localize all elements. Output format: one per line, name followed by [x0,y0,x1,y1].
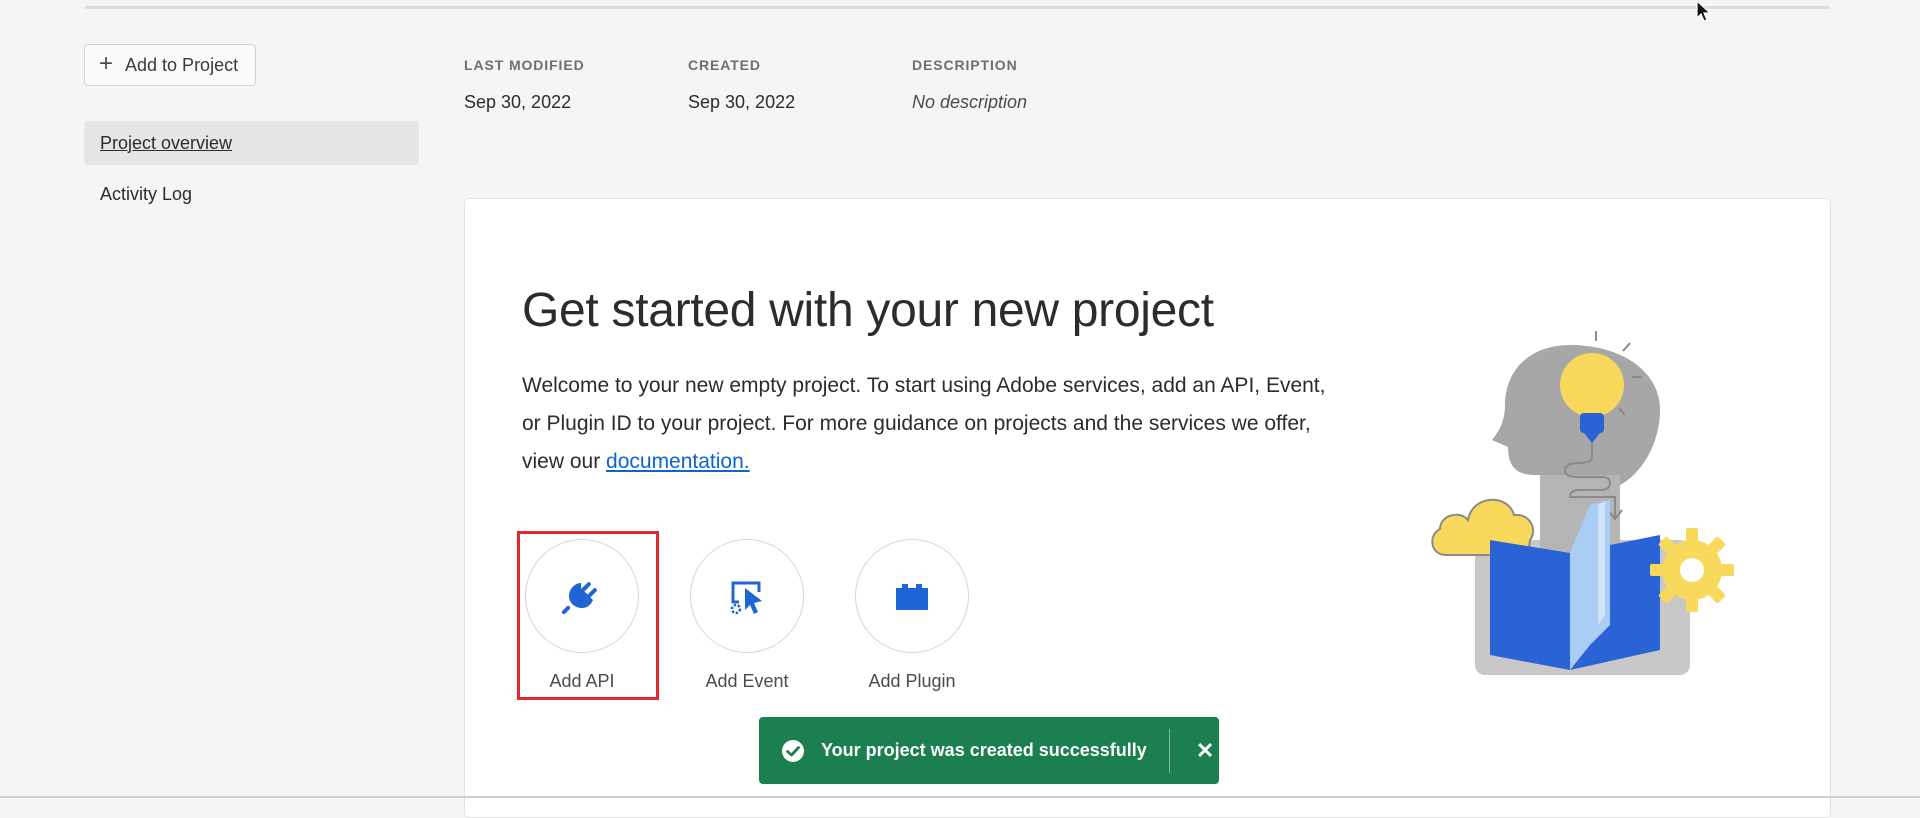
bottom-divider [0,796,1920,798]
add-plugin-button[interactable]: Add Plugin [854,539,970,692]
add-plugin-circle[interactable] [855,539,969,653]
add-to-project-label: Add to Project [125,54,239,75]
success-toast: Your project was created successfully ✕ [759,717,1219,784]
add-event-label: Add Event [705,671,789,691]
add-plugin-label: Add Plugin [868,671,956,691]
toast-message: Your project was created successfully [821,740,1147,760]
sidebar-item-label: Project overview [100,132,233,153]
plus-icon: + [99,50,114,77]
top-divider [85,6,1829,9]
add-to-project-button[interactable]: + Add to Project [84,44,256,86]
close-icon[interactable]: ✕ [1196,738,1214,764]
description-value: No description [912,92,1028,112]
card-title: Get started with your new project [522,284,1214,337]
documentation-link[interactable]: documentation. [606,450,750,473]
last-modified-label: LAST MODIFIED [464,57,585,73]
description-label: DESCRIPTION [912,57,1018,73]
event-icon [730,581,762,615]
toast-divider [1168,728,1170,773]
add-event-circle[interactable] [690,539,804,653]
card-description: Welcome to your new empty project. To st… [522,367,1342,481]
project-illustration [1431,331,1734,675]
sidebar-item-label: Activity Log [100,183,193,204]
created-label: CREATED [688,57,761,73]
add-event-button[interactable]: Add Event [689,539,805,692]
sidebar-item-activity-log[interactable]: Activity Log [84,172,419,216]
sidebar-item-project-overview[interactable]: Project overview [84,121,419,165]
checkmark-circle-icon [782,739,804,762]
created-value: Sep 30, 2022 [688,92,796,112]
last-modified-value: Sep 30, 2022 [464,92,572,112]
plugin-icon [896,584,928,610]
mouse-cursor-icon [1696,0,1712,22]
selection-highlight [517,531,659,700]
